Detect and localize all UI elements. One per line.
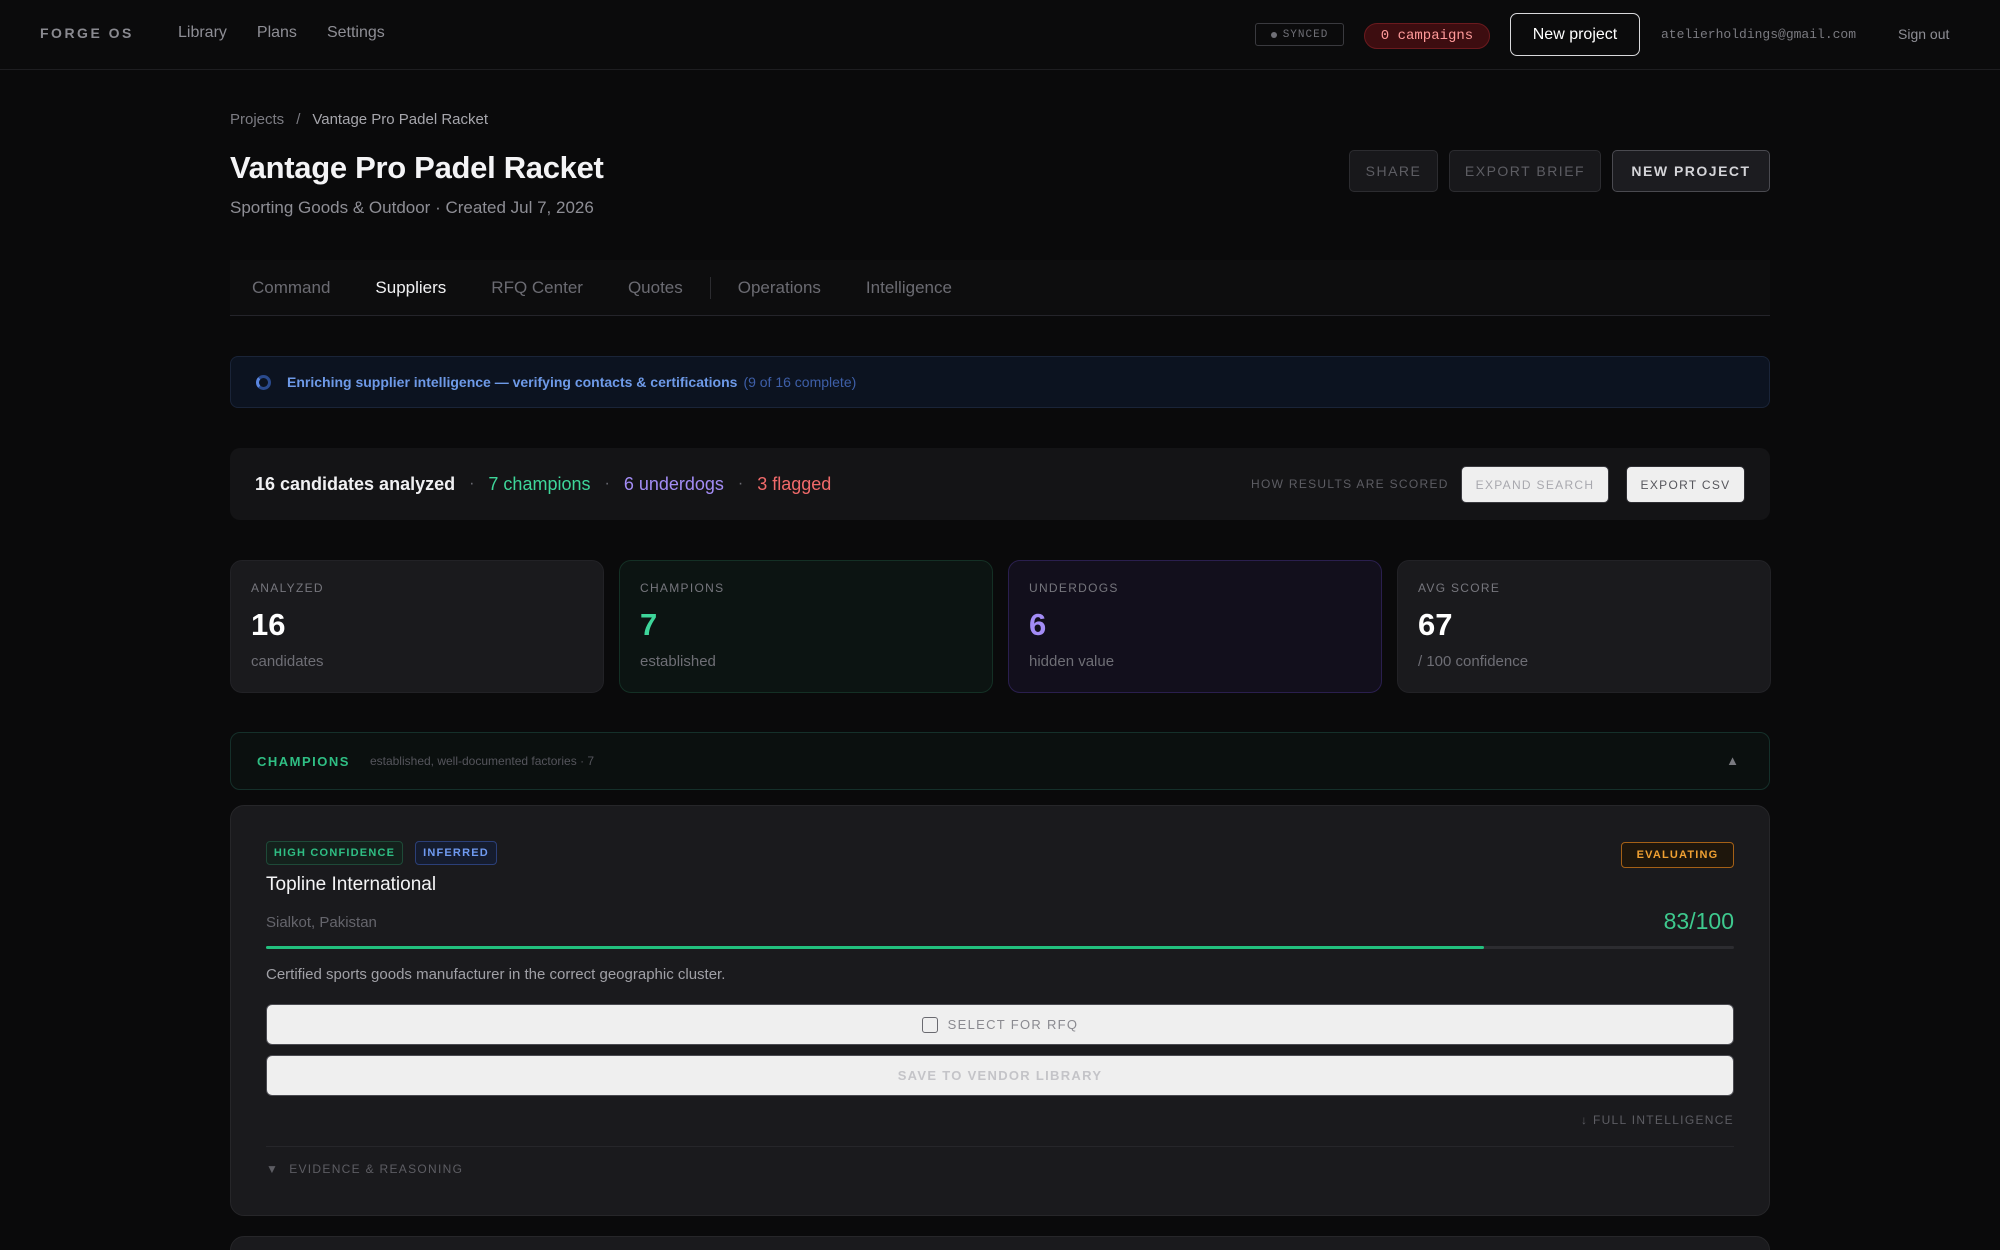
expand-search-button[interactable]: EXPAND SEARCH [1461,466,1609,503]
stat-caption: / 100 confidence [1418,653,1529,670]
sync-status-badge: SYNCED [1255,23,1344,46]
stat-caption: established [640,653,716,670]
flagged-count: 3 flagged [757,473,832,494]
inferred-badge: INFERRED [415,841,497,865]
save-to-vendor-library-button[interactable]: SAVE TO VENDOR LIBRARY [266,1055,1734,1096]
full-intelligence-link[interactable]: ↓ FULL INTELLIGENCE [1581,1113,1734,1127]
stat-label: UNDERDOGS [1029,581,1119,595]
stat-card-champions: CHAMPIONS 7 established [619,560,993,693]
summary-separator: · [469,475,475,492]
tab-operations[interactable]: Operations [738,278,821,298]
page-title: Vantage Pro Padel Racket [230,150,604,185]
stat-card-avg-score: AVG SCORE 67 / 100 confidence [1397,560,1771,693]
sign-out-link[interactable]: Sign out [1898,26,1949,42]
tab-rfq-center[interactable]: RFQ Center [491,278,583,298]
primary-nav: Library Plans Settings [178,24,385,42]
stat-label: AVG SCORE [1418,581,1501,595]
nav-link-settings[interactable]: Settings [327,24,385,42]
stat-card-analyzed: ANALYZED 16 candidates [230,560,604,693]
brand-logo[interactable]: FORGE OS [40,25,134,41]
enrichment-banner: Enriching supplier intelligence — verify… [230,356,1770,408]
enrichment-progress: (9 of 16 complete) [743,374,857,390]
breadcrumb-separator: / [296,111,301,128]
underdogs-count: 6 underdogs [623,473,724,494]
supplier-description: Certified sports goods manufacturer in t… [266,966,726,983]
section-description: established, well-documented factories ·… [369,754,595,768]
champions-section-header[interactable]: CHAMPIONS established, well-documented f… [230,732,1770,790]
tab-divider [709,276,711,299]
enrichment-message: Enriching supplier intelligence — verify… [287,374,738,390]
loading-spinner-icon [256,374,271,390]
evaluating-status-badge[interactable]: EVALUATING [1621,842,1734,868]
breadcrumb: Projects / Vantage Pro Padel Racket [230,111,488,128]
stat-caption: hidden value [1029,653,1115,670]
page-subtitle: Sporting Goods & Outdoor · Created Jul 7… [230,198,594,217]
section-title: CHAMPIONS [257,753,350,769]
stat-caption: candidates [251,653,324,670]
score-bar-fill [266,946,1485,949]
evidence-reasoning-toggle[interactable]: ▼ EVIDENCE & REASONING [266,1162,463,1176]
user-email: atelierholdings@gmail.com [1661,27,1857,42]
stat-label: CHAMPIONS [640,581,725,595]
collapse-caret-icon[interactable]: ▲ [1726,753,1739,768]
checkbox-icon[interactable] [921,1016,938,1033]
select-for-rfq-label: SELECT FOR RFQ [947,1017,1079,1032]
supplier-score: 83/100 [1663,908,1734,934]
stat-label: ANALYZED [251,581,324,595]
candidates-total: 16 candidates analyzed [255,473,456,494]
new-project-button[interactable]: New project [1510,13,1640,56]
high-confidence-badge: HIGH CONFIDENCE [266,841,403,865]
summary-separator: · [737,475,744,492]
score-bar [266,946,1734,949]
supplier-location: Sialkot, Pakistan [266,914,377,931]
breadcrumb-current: Vantage Pro Padel Racket [312,111,489,128]
nav-link-plans[interactable]: Plans [257,24,297,42]
supplier-name[interactable]: Topline International [266,874,436,896]
tab-intelligence[interactable]: Intelligence [866,278,952,298]
share-button[interactable]: SHARE [1349,150,1438,192]
champions-count: 7 champions [488,473,591,494]
evidence-label: EVIDENCE & REASONING [289,1162,464,1176]
new-project-header-button[interactable]: NEW PROJECT [1612,150,1770,192]
card-divider [266,1146,1734,1147]
stat-value: 7 [640,607,658,642]
breadcrumb-projects[interactable]: Projects [230,111,284,128]
stat-value: 16 [251,607,286,642]
tab-suppliers[interactable]: Suppliers [375,278,446,298]
supplier-card: HIGH CONFIDENCE INFERRED EVALUATING Topl… [230,805,1770,1216]
summary-separator: · [604,475,610,492]
tab-command[interactable]: Command [252,278,330,298]
export-csv-button[interactable]: EXPORT CSV [1626,466,1745,503]
supplier-card [230,1236,1770,1250]
select-for-rfq-button[interactable]: SELECT FOR RFQ [266,1004,1734,1045]
sync-status-label: SYNCED [1282,28,1329,41]
export-brief-button[interactable]: EXPORT BRIEF [1449,150,1601,192]
top-nav: FORGE OS Library Plans Settings SYNCED 0… [0,0,2000,70]
triangle-down-icon: ▼ [266,1162,280,1176]
stat-value: 6 [1029,607,1047,642]
stat-value: 67 [1418,607,1453,642]
project-tabs: Command Suppliers RFQ Center Quotes Oper… [230,260,1770,316]
tab-quotes[interactable]: Quotes [628,278,683,298]
how-scored-link[interactable]: HOW RESULTS ARE SCORED [1251,477,1449,491]
campaigns-badge[interactable]: 0 campaigns [1364,23,1490,49]
stat-card-underdogs: UNDERDOGS 6 hidden value [1008,560,1382,693]
status-dot-icon [1270,31,1277,38]
nav-link-library[interactable]: Library [178,24,227,42]
